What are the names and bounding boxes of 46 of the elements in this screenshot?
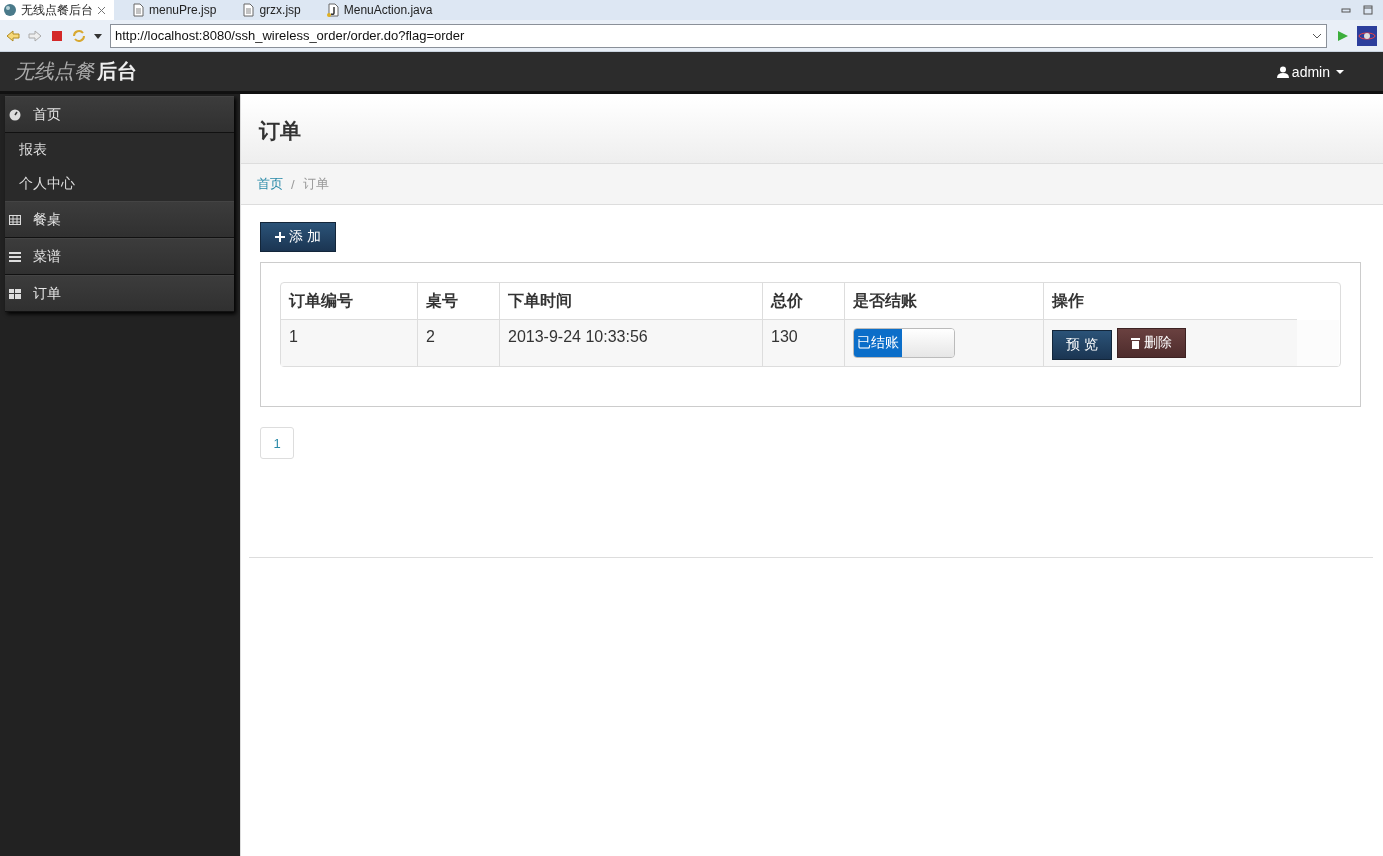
- preview-button[interactable]: 预 览: [1052, 330, 1112, 360]
- sidebar-item[interactable]: 菜谱: [5, 238, 234, 275]
- brand-title[interactable]: 无线点餐后台: [14, 58, 137, 85]
- list-icon: [9, 250, 21, 263]
- file-icon: [131, 3, 145, 17]
- refresh-icon: [72, 28, 86, 43]
- editor-tab[interactable]: menuPre.jsp: [128, 0, 225, 20]
- editor-tab[interactable]: grzx.jsp: [238, 0, 309, 20]
- table-cell: 2: [417, 320, 499, 366]
- close-icon: [97, 5, 106, 15]
- table-cell: 130: [762, 320, 844, 366]
- table-cell: 2013-9-24 10:33:56: [499, 320, 762, 366]
- dashboard-icon: [9, 108, 21, 121]
- sidebar-link[interactable]: 个人中心: [5, 167, 234, 201]
- user-icon: [1276, 65, 1289, 78]
- toggle-switch[interactable]: 已结账: [853, 328, 955, 358]
- plus-icon: [275, 232, 285, 242]
- globe-icon: [3, 3, 17, 17]
- trash-icon: [1130, 337, 1140, 349]
- address-field[interactable]: http://localhost:8080/ssh_wireless_order/order.do?flag=order: [110, 23, 1327, 48]
- page-link[interactable]: 1: [260, 427, 294, 459]
- file-icon: [241, 3, 256, 17]
- dropdown-icon: [94, 31, 102, 40]
- editor-tab[interactable]: 无线点餐后台: [0, 0, 114, 20]
- sidebar-item[interactable]: 订单: [5, 275, 234, 312]
- forward-icon: [28, 28, 42, 43]
- delete-button[interactable]: 删除: [1116, 328, 1186, 358]
- editor-tab[interactable]: MenuAction.java: [322, 0, 441, 20]
- breadcrumb-separator: /: [291, 176, 295, 192]
- sidebar-item[interactable]: 首页: [5, 96, 234, 133]
- sidebar-item[interactable]: 餐桌: [5, 201, 234, 238]
- grid-icon: [9, 287, 21, 300]
- sidebar-link[interactable]: 报表: [5, 133, 234, 167]
- breadcrumb-link[interactable]: 首页: [257, 175, 283, 193]
- page-title: 订单: [259, 118, 301, 144]
- table-cell: 1: [281, 320, 417, 366]
- java-file-icon: [325, 3, 340, 17]
- add-button[interactable]: 添 加: [260, 222, 336, 252]
- table-icon: [9, 213, 21, 226]
- back-icon: [6, 28, 20, 43]
- maximize-icon: [1363, 5, 1373, 15]
- user-menu[interactable]: admin: [1276, 63, 1347, 80]
- minimize-icon: [1341, 5, 1351, 15]
- app-icon: [1357, 25, 1377, 46]
- play-icon: [1335, 28, 1349, 43]
- stop-icon: [50, 28, 64, 43]
